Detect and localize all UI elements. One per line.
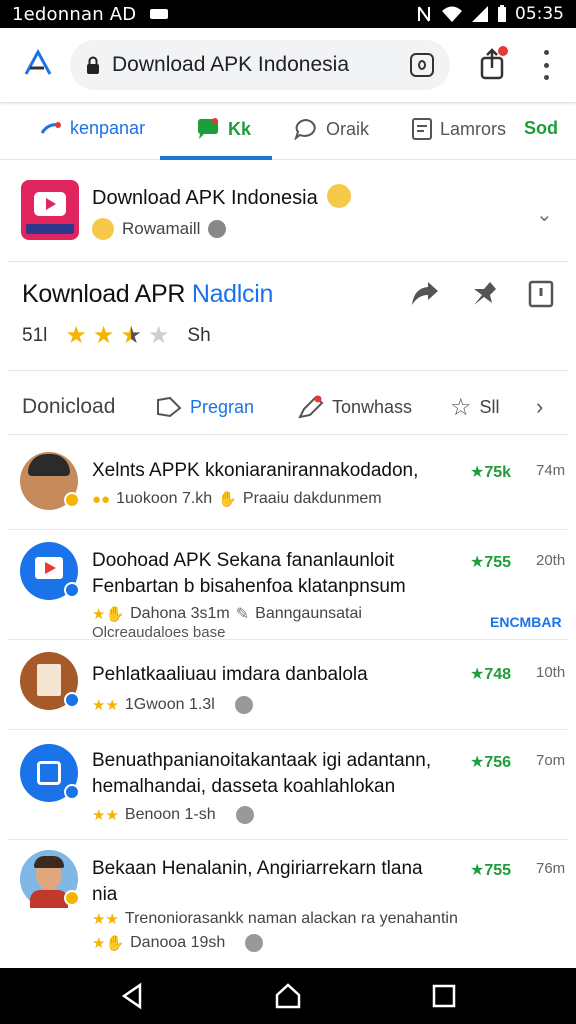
- dot-icon: [543, 62, 549, 68]
- star-outline-icon: ☆: [450, 393, 472, 421]
- notification-dot: [498, 46, 508, 56]
- browser-toolbar: Download APK Indonesia: [0, 28, 576, 102]
- status-bar: 1edonnan AD 05:35: [0, 0, 576, 28]
- row-action-link[interactable]: ENCMBAR: [490, 614, 562, 630]
- coin-icon: ●●: [92, 490, 111, 508]
- avatar: [20, 744, 80, 802]
- clock-icon: [235, 806, 254, 824]
- tab-lamrors[interactable]: Lamrors: [412, 118, 506, 140]
- verified-icon: [208, 220, 227, 238]
- signal-icon: [472, 6, 488, 22]
- share-arrow-icon[interactable]: [410, 281, 440, 307]
- app-subtitle: Rowamaill: [92, 218, 227, 240]
- tab-switcher-button[interactable]: [410, 53, 434, 77]
- pin-icon[interactable]: [470, 281, 498, 307]
- star-empty-icon: ★: [147, 322, 170, 349]
- chevron-right-icon[interactable]: ›: [536, 394, 543, 420]
- share-button[interactable]: [478, 46, 508, 80]
- star-icon: ★: [65, 322, 87, 349]
- document-icon: [412, 118, 432, 140]
- page-title: Kownload APR Nadlcin: [22, 280, 274, 308]
- clock: 05:35: [515, 4, 564, 24]
- wifi-icon: [442, 6, 462, 22]
- subnav-download[interactable]: Donicload: [22, 395, 115, 419]
- dot-icon: [543, 50, 549, 55]
- sub-nav: Donicload Pregran Tonwhass ☆ Sll ›: [22, 392, 562, 422]
- star-icon: ★★: [92, 807, 119, 824]
- smile-emoji-icon: [327, 184, 352, 208]
- carrier-label: 1edonnan AD: [12, 3, 137, 25]
- face-emoji-icon: [92, 218, 114, 240]
- dot-icon: [543, 75, 549, 80]
- home-icon[interactable]: [22, 48, 54, 80]
- subnav-pregran[interactable]: Pregran: [156, 396, 254, 418]
- rating-left: 51l: [22, 325, 48, 346]
- url-bar[interactable]: Download APK Indonesia: [70, 40, 450, 90]
- chevron-down-icon[interactable]: ⌄: [536, 202, 553, 227]
- notification-icon: [150, 9, 169, 19]
- star-icon: ★★: [92, 697, 119, 714]
- subnav-sll[interactable]: ☆ Sll: [450, 393, 500, 422]
- tab-kk[interactable]: Kk: [196, 118, 251, 140]
- star-icon: ★✋: [92, 935, 125, 952]
- clock-icon: [234, 696, 253, 714]
- star-icon: ★: [92, 322, 115, 349]
- headline-actions: [410, 280, 554, 308]
- system-nav-bar: [0, 968, 576, 1024]
- tab-oraik[interactable]: Oraik: [294, 118, 369, 140]
- link-icon: [40, 121, 61, 134]
- app-title: Download APK Indonesia: [92, 184, 352, 210]
- list-item[interactable]: Bekaan Henalanin, Angiriarrekarn tlana n…: [8, 840, 568, 966]
- play-icon: [34, 192, 66, 216]
- tab-count-icon: [418, 60, 426, 70]
- overflow-menu-button[interactable]: [536, 50, 556, 80]
- avatar: [20, 542, 80, 600]
- rating-right: Sh: [187, 325, 211, 346]
- tab-sod[interactable]: Sod: [524, 118, 558, 139]
- battery-icon: [498, 5, 506, 22]
- tab-kenpanar[interactable]: kenpanar: [40, 118, 145, 139]
- avatar: [20, 850, 80, 908]
- lock-icon: [87, 56, 99, 74]
- avatar: [20, 452, 80, 510]
- recents-icon[interactable]: [430, 982, 458, 1010]
- list-item[interactable]: Benuathpanianoitakantaak igi adantann, h…: [8, 730, 568, 840]
- url-text: Download APK Indonesia: [112, 53, 349, 76]
- rating-row: 51l ★ ★ ★ ★ Sh: [22, 324, 211, 348]
- active-tab-indicator: [160, 156, 272, 160]
- comment-icon: [294, 118, 316, 140]
- status-icons: 05:35: [415, 4, 564, 24]
- pen-icon: [298, 395, 324, 419]
- tag-icon: [157, 396, 182, 418]
- star-icon: ★✋: [92, 606, 125, 623]
- pen-icon: ✎: [235, 606, 250, 623]
- chat-icon: [198, 118, 218, 139]
- subnav-tonwhass[interactable]: Tonwhass: [298, 395, 412, 419]
- hand-emoji-icon: ✋: [218, 491, 237, 508]
- app-card[interactable]: Download APK Indonesia Rowamaill ⌄: [8, 166, 568, 262]
- back-icon[interactable]: [118, 982, 146, 1010]
- avatar: [20, 652, 80, 710]
- list-item[interactable]: Xelnts APPK kkoniaranirannakodadon, ●● 1…: [8, 440, 568, 530]
- star-icon: ★★: [92, 911, 119, 928]
- list-item[interactable]: Doohoad APK Sekana fananlaunloit Fenbart…: [8, 530, 568, 641]
- top-tab-bar: kenpanar Kk Oraik Lamrors Sod: [0, 104, 576, 160]
- bookmark-icon[interactable]: [528, 280, 554, 308]
- list-item[interactable]: Pehlatkaaliuau imdara danbalola ★★ 1Gwoo…: [8, 640, 568, 730]
- home-nav-icon[interactable]: [274, 982, 302, 1010]
- clock-icon: [245, 934, 264, 952]
- app-icon: [21, 180, 79, 240]
- nfc-icon: [418, 6, 430, 22]
- star-half-icon: ★: [120, 322, 142, 349]
